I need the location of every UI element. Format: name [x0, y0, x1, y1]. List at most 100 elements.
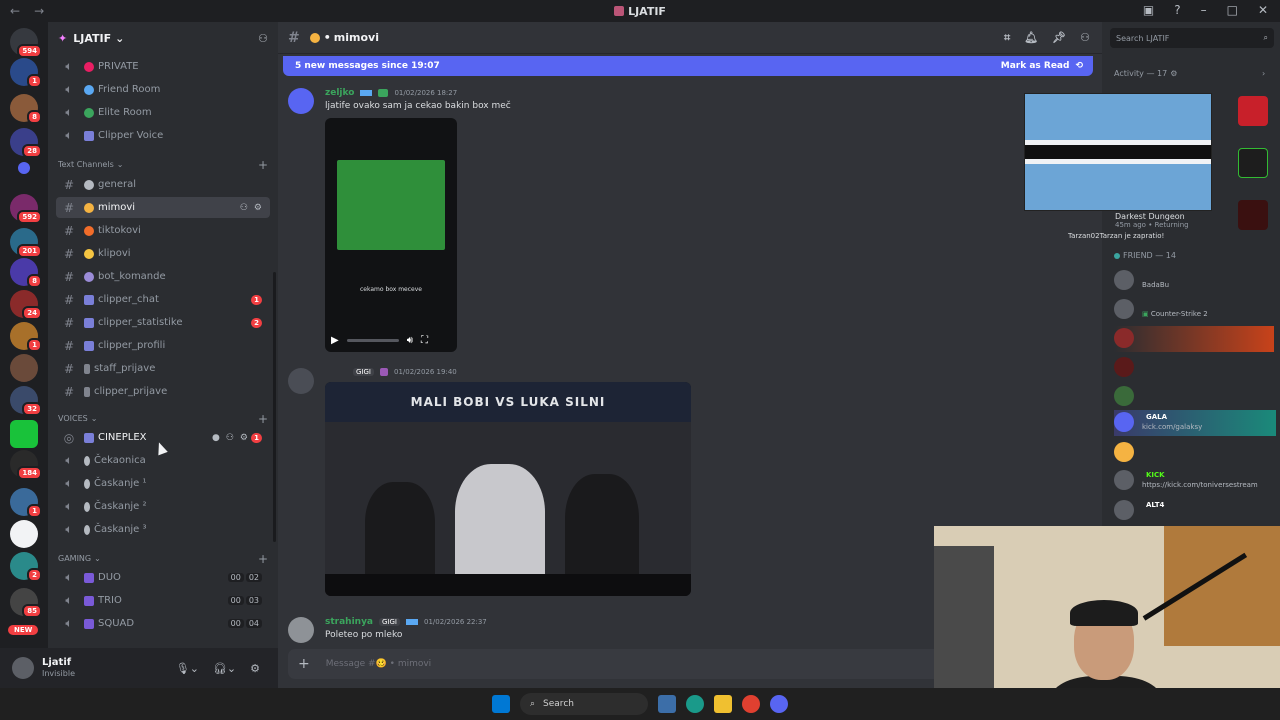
gear-icon[interactable]: ⚙: [250, 662, 260, 675]
server-icon[interactable]: [10, 520, 38, 548]
server-icon[interactable]: 28: [10, 128, 42, 158]
server-icon[interactable]: 1: [10, 488, 42, 518]
author-avatar[interactable]: [288, 368, 314, 394]
text-channel[interactable]: # clipper_statistike 2: [56, 312, 270, 333]
headphones-icon[interactable]: 🎧︎⌄: [213, 662, 236, 675]
server-icon[interactable]: 32: [10, 386, 42, 416]
voice-channel[interactable]: 🔈︎ Časkanje ³: [56, 519, 270, 540]
chrome-icon[interactable]: [742, 695, 760, 713]
server-icon[interactable]: 85: [10, 588, 42, 618]
server-icon[interactable]: 8: [10, 258, 42, 288]
game-icon[interactable]: [1238, 148, 1268, 178]
mark-as-read-button[interactable]: Mark as Read ⟲: [1001, 61, 1083, 71]
add-channel-icon[interactable]: +: [258, 552, 268, 566]
taskbar-search[interactable]: ⌕ Search: [520, 693, 648, 715]
server-icon[interactable]: [10, 354, 38, 382]
voice-channel-private[interactable]: 🔈︎ PRIVATE: [56, 56, 270, 77]
kick-server-icon[interactable]: [10, 420, 38, 448]
author-name[interactable]: strahinya: [325, 617, 373, 627]
microphone-icon[interactable]: 🎙︎⌄: [176, 662, 199, 675]
member-item[interactable]: [1114, 384, 1274, 410]
activity-card[interactable]: Darkest Dungeon 45m ago • Returning: [1115, 212, 1189, 229]
member-item[interactable]: GALA kick.com/galaksy: [1114, 410, 1276, 436]
category-gaming[interactable]: GAMING ⌄ +: [58, 552, 268, 566]
edge-icon[interactable]: [686, 695, 704, 713]
text-channel[interactable]: # bot_komande: [56, 266, 270, 287]
invite-icon[interactable]: ⚇: [226, 433, 234, 443]
voice-channel-elite-room[interactable]: 🔈︎ Elite Room: [56, 102, 270, 123]
voice-channel-squad[interactable]: 🔈︎ SQUAD 00 04: [56, 613, 270, 634]
fullscreen-icon[interactable]: ⛶: [421, 335, 428, 346]
gear-icon[interactable]: ⚙: [240, 433, 248, 443]
search-input[interactable]: Search LJATIF ⌕: [1110, 28, 1274, 48]
forward-arrow-icon[interactable]: →: [34, 4, 44, 18]
game-icon[interactable]: [1238, 96, 1268, 126]
member-item[interactable]: ALT4: [1114, 498, 1274, 524]
new-messages-bar[interactable]: 5 new messages since 19:07 Mark as Read ⟲: [283, 56, 1093, 76]
member-item[interactable]: ▣ Counter-Strike 2: [1114, 297, 1274, 323]
voice-channel[interactable]: 🔈︎ Časkanje ²: [56, 496, 270, 517]
minimize-icon[interactable]: –: [1201, 3, 1207, 17]
server-icon[interactable]: 592: [10, 194, 42, 224]
invite-icon[interactable]: ⚇: [240, 203, 248, 213]
add-channel-icon[interactable]: +: [258, 412, 268, 426]
threads-icon[interactable]: ⌗: [1004, 31, 1010, 45]
text-channel-selected[interactable]: # mimovi ⚇ ⚙: [56, 197, 270, 218]
text-channel[interactable]: # general: [56, 174, 270, 195]
server-icon[interactable]: 594: [10, 28, 42, 58]
notification-bell-icon[interactable]: 🔔︎: [1024, 31, 1038, 45]
server-icon[interactable]: 8: [10, 94, 42, 124]
back-arrow-icon[interactable]: ←: [10, 4, 20, 18]
sidebar-scrollbar[interactable]: [273, 272, 276, 542]
text-channel[interactable]: # staff_prijave: [56, 358, 270, 379]
server-icon[interactable]: 1: [10, 322, 42, 352]
voice-channel-friend-room[interactable]: 🔈︎ Friend Room: [56, 79, 270, 100]
server-icon[interactable]: 201: [10, 228, 42, 258]
text-channel[interactable]: # clipper_prijave: [56, 381, 270, 402]
gear-icon[interactable]: ⚙: [254, 203, 262, 213]
image-attachment[interactable]: MALI BOBI VS LUKA SILNI: [325, 382, 691, 596]
help-icon[interactable]: ?: [1174, 3, 1180, 17]
voice-channel-trio[interactable]: 🔈︎ TRIO 00 03: [56, 590, 270, 611]
add-channel-icon[interactable]: +: [258, 158, 268, 172]
server-icon[interactable]: 184: [10, 450, 42, 480]
author-name[interactable]: zeljko: [325, 88, 354, 98]
volume-icon[interactable]: 🔊︎: [407, 335, 413, 346]
member-item[interactable]: BadaBu: [1114, 268, 1274, 294]
author-avatar[interactable]: [288, 88, 314, 114]
user-avatar[interactable]: [12, 657, 34, 679]
file-explorer-icon[interactable]: [714, 695, 732, 713]
video-progress[interactable]: [346, 339, 399, 342]
text-channel[interactable]: # klipovi: [56, 243, 270, 264]
maximize-icon[interactable]: □: [1227, 3, 1238, 17]
widget-icon[interactable]: [658, 695, 676, 713]
pin-icon[interactable]: 📌︎: [1052, 31, 1066, 45]
activity-header[interactable]: Activity — 17 ⚙ ›: [1114, 69, 1265, 78]
guild-header[interactable]: ✦ LJATIF ⌄ ⚇: [48, 22, 278, 54]
video-attachment[interactable]: cekamo box meceve ▶ 🔊︎ ⛶: [325, 118, 457, 352]
user-info[interactable]: Ljatif Invisible: [42, 657, 75, 679]
folder-icon[interactable]: [18, 162, 30, 174]
text-channel[interactable]: # clipper_profili: [56, 335, 270, 356]
member-item[interactable]: [1114, 440, 1274, 466]
voice-channel-clipper-voice[interactable]: 🔈︎ Clipper Voice: [56, 125, 270, 146]
server-icon[interactable]: 2: [10, 552, 42, 582]
category-voices[interactable]: VOICES ⌄ +: [58, 412, 268, 426]
text-channel[interactable]: # clipper_chat 1: [56, 289, 270, 310]
new-pill[interactable]: NEW: [8, 625, 39, 635]
category-text-channels[interactable]: Text Channels ⌄ +: [58, 158, 268, 172]
server-icon[interactable]: 24: [10, 290, 42, 320]
voice-channel-duo[interactable]: 🔈︎ DUO 00 02: [56, 567, 270, 588]
play-icon[interactable]: ▶: [331, 335, 339, 346]
text-channel[interactable]: # tiktokovi: [56, 220, 270, 241]
add-member-icon[interactable]: ⚇: [258, 32, 268, 45]
chat-icon[interactable]: ●: [212, 433, 220, 443]
windows-start-icon[interactable]: [492, 695, 510, 713]
server-icon[interactable]: 1: [10, 58, 42, 88]
member-item[interactable]: [1114, 355, 1274, 381]
member-item[interactable]: KICK https://kick.com/toniversestream: [1114, 468, 1274, 494]
voice-channel[interactable]: 🔈︎ Časkanje ¹: [56, 473, 270, 494]
game-icon[interactable]: [1238, 200, 1268, 230]
inbox-icon[interactable]: ▣: [1143, 3, 1154, 17]
close-icon[interactable]: ✕: [1258, 3, 1268, 17]
